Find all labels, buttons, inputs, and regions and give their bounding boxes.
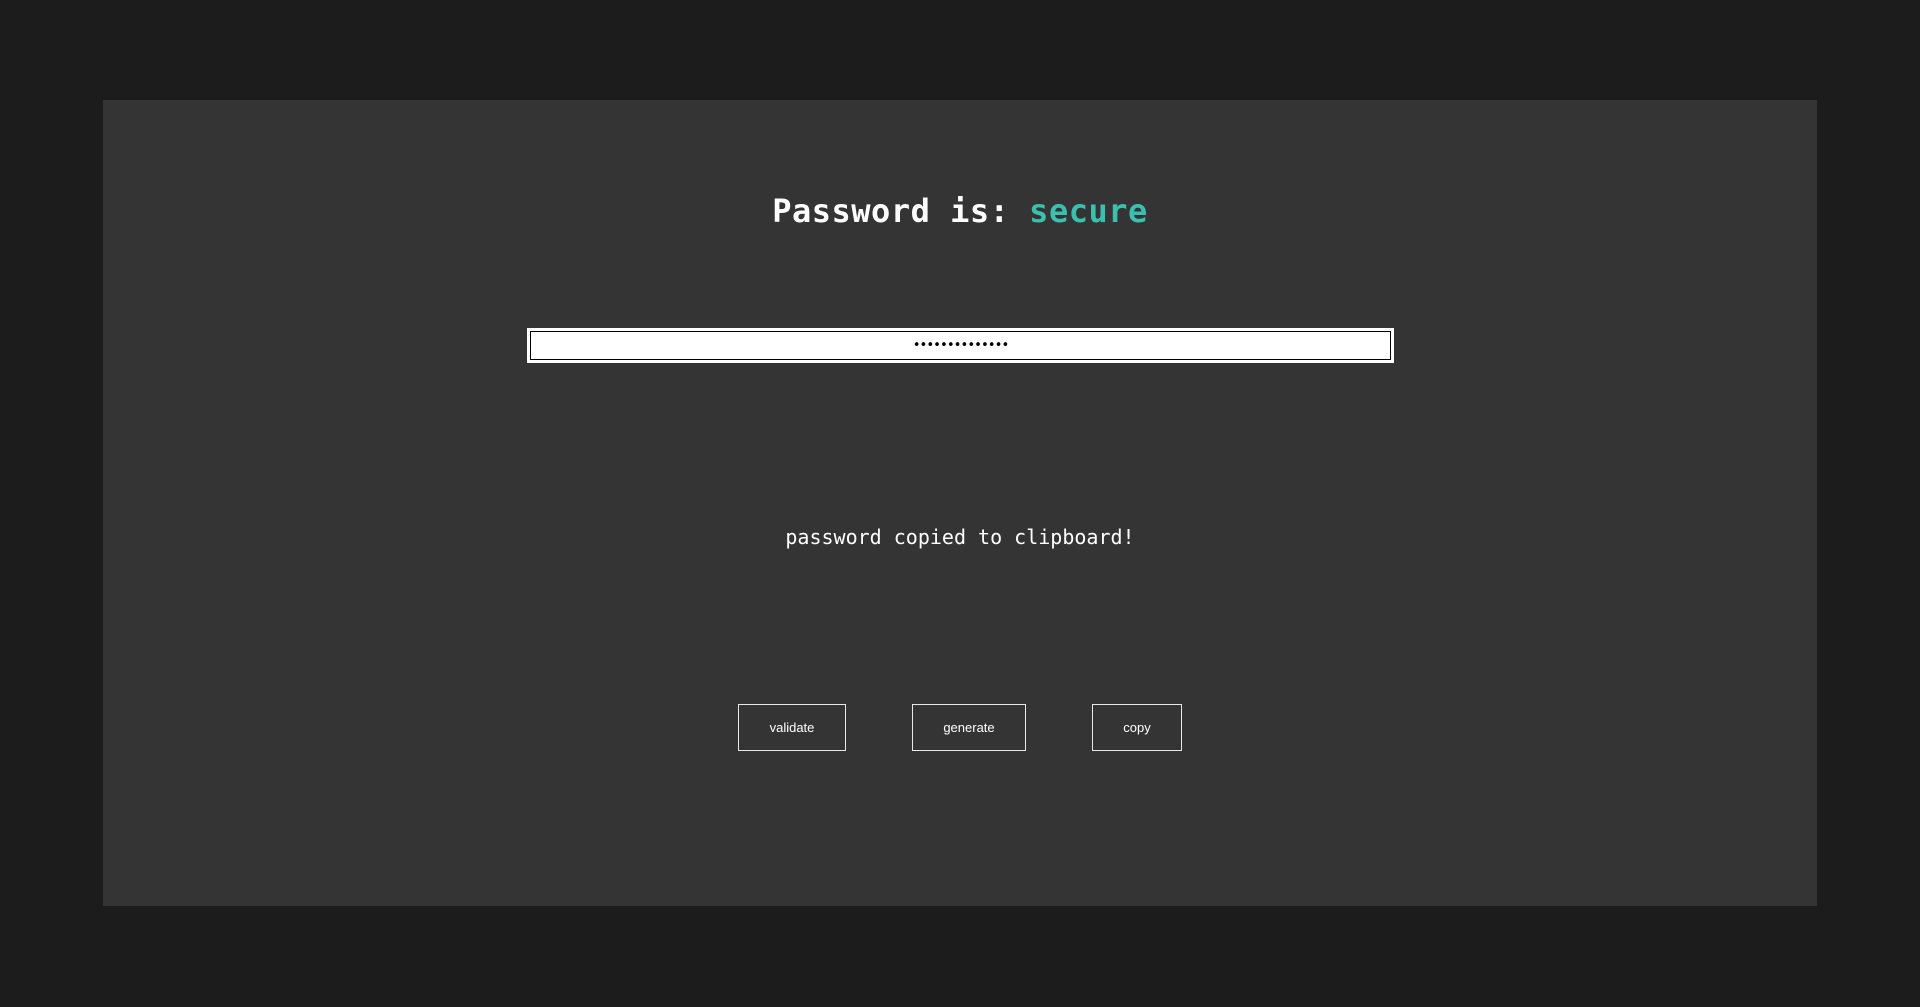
- generate-button[interactable]: generate: [912, 704, 1026, 751]
- page-title: Password is: secure: [103, 192, 1817, 230]
- clipboard-message: password copied to clipboard!: [785, 525, 1135, 549]
- validate-button[interactable]: validate: [738, 704, 846, 751]
- password-input[interactable]: [527, 328, 1394, 363]
- title-prefix: Password is:: [772, 192, 1030, 230]
- copy-button[interactable]: copy: [1092, 704, 1182, 751]
- strength-status: secure: [1029, 192, 1148, 230]
- password-card: Password is: secure password copied to c…: [103, 100, 1817, 906]
